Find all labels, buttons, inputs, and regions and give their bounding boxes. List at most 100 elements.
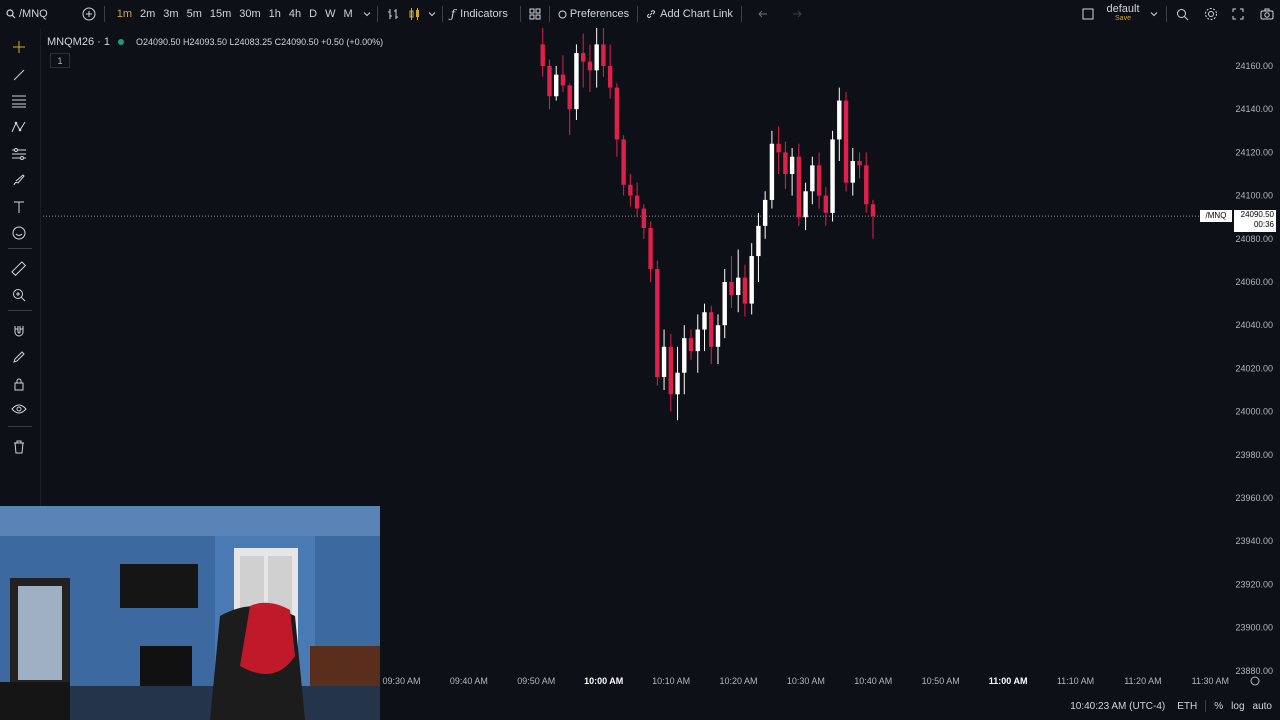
y-axis-tick: 23900.00 (1235, 623, 1273, 633)
interval-W[interactable]: W (321, 8, 339, 20)
pattern-icon (11, 121, 26, 133)
square-icon (1082, 8, 1094, 20)
delete-tool[interactable] (10, 438, 28, 456)
candle-body (655, 269, 660, 378)
candle-body (587, 61, 593, 71)
preferences-label: Preferences (569, 8, 630, 20)
x-axis-tick: 09:30 AM (382, 676, 420, 686)
chevron-down-icon (1150, 12, 1158, 17)
emoji-tool[interactable] (10, 224, 28, 242)
candles-button[interactable] (404, 0, 426, 28)
candle-body (621, 139, 626, 185)
brush-tool[interactable] (10, 171, 28, 189)
layout-name[interactable]: default Save (1106, 4, 1140, 24)
interval-3m[interactable]: 3m (159, 8, 182, 20)
x-axis-tick: 11:30 AM (1192, 676, 1229, 686)
price-tag-price: 24090.50 (1240, 210, 1274, 219)
projection-tool[interactable] (10, 145, 28, 163)
candle-body (688, 338, 694, 352)
divider (519, 6, 521, 22)
candle-body (634, 195, 640, 209)
legend-symbol[interactable]: MNQM26 · 1 (47, 36, 110, 48)
interval-30m[interactable]: 30m (235, 8, 264, 20)
y-axis-tick: 24080.00 (1235, 234, 1273, 244)
chevron-down-icon (428, 12, 436, 17)
y-axis-tick: 24160.00 (1235, 61, 1273, 71)
log-toggle[interactable]: log (1231, 701, 1244, 712)
fx-icon: ƒ (450, 7, 456, 21)
indicators-button[interactable]: ƒ Indicators (447, 0, 512, 28)
chevron-down-icon (363, 12, 371, 17)
interval-5m[interactable]: 5m (183, 8, 206, 20)
candle-body (695, 329, 700, 352)
fullscreen-button[interactable] (1228, 0, 1248, 28)
redo-button[interactable] (786, 0, 806, 28)
y-axis-tick: 23980.00 (1235, 450, 1273, 460)
measure-tool[interactable] (10, 260, 28, 278)
bar-style-button[interactable] (382, 0, 404, 28)
interval-2m[interactable]: 2m (136, 8, 159, 20)
candle-body (675, 372, 680, 395)
compare-button[interactable] (78, 0, 100, 28)
candle-body (614, 87, 620, 140)
candle-body (762, 199, 768, 226)
x-axis-tick: 11:00 AM (989, 676, 1028, 686)
hide-tool[interactable] (10, 400, 28, 418)
add-chart-link-button[interactable]: Add Chart Link (642, 0, 737, 28)
symbol-search[interactable]: /MNQ (0, 0, 52, 28)
settings-button[interactable] (1200, 0, 1222, 28)
symbol-label: /MNQ (19, 8, 48, 20)
candle-body (749, 256, 754, 304)
series-legend: MNQM26 · 1 O24090.50 H24093.50 L24083.25… (47, 36, 383, 48)
undo-button[interactable] (754, 0, 774, 28)
auto-toggle[interactable]: auto (1253, 701, 1272, 712)
link-icon (647, 10, 656, 18)
candle-body (843, 100, 849, 183)
snapshot-button[interactable] (1256, 0, 1278, 28)
zoom-tool[interactable] (10, 286, 28, 304)
pattern-tool[interactable] (10, 118, 28, 136)
crosshair-tool[interactable] (10, 38, 28, 56)
candle-body (742, 277, 748, 304)
interval-15m[interactable]: 15m (206, 8, 235, 20)
candle-body (668, 346, 673, 395)
sliders-icon (12, 148, 26, 160)
quick-search-button[interactable] (1172, 0, 1193, 28)
session-toggle[interactable]: ETH (1177, 701, 1197, 712)
candle-body (864, 165, 869, 205)
candle-body (789, 156, 795, 174)
candle-body (709, 312, 714, 347)
stay-in-draw-tool[interactable] (10, 348, 28, 366)
chart-link-label: Add Chart Link (660, 8, 733, 20)
interval-4h[interactable]: 4h (285, 8, 305, 20)
interval-1m[interactable]: 1m (113, 8, 136, 20)
preferences-button[interactable]: Preferences (554, 0, 633, 28)
undo-icon (758, 10, 767, 18)
magnet-tool[interactable] (10, 322, 28, 340)
fib-tool[interactable] (10, 92, 28, 110)
interval-D[interactable]: D (305, 8, 321, 20)
x-axis-tick: 10:20 AM (719, 676, 757, 686)
percent-toggle[interactable]: % (1214, 701, 1223, 712)
candle-body (830, 139, 835, 213)
layout-checkbox[interactable] (1078, 0, 1098, 28)
y-axis-tick: 24060.00 (1235, 277, 1273, 287)
layout-dropdown[interactable] (1146, 0, 1162, 28)
lock-icon (14, 378, 24, 391)
trend-line-tool[interactable] (10, 66, 28, 84)
legend-collapse-toggle[interactable]: 1 (50, 53, 70, 68)
divider (8, 426, 32, 427)
legend-ohlc: O24090.50 H24093.50 L24083.25 C24090.50 … (135, 37, 384, 47)
candle-body (729, 282, 734, 295)
chart-type-dropdown[interactable] (426, 0, 438, 28)
legend-count: 1 (57, 55, 63, 66)
interval-1h[interactable]: 1h (265, 8, 285, 20)
interval-M[interactable]: M (340, 8, 357, 20)
layouts-button[interactable] (525, 0, 545, 28)
reset-scale-icon[interactable] (1250, 676, 1260, 686)
interval-dropdown[interactable] (361, 0, 373, 28)
text-tool[interactable] (10, 198, 28, 216)
lock-tool[interactable] (10, 375, 28, 393)
x-axis-tick: 10:30 AM (787, 676, 825, 686)
candle-body (540, 44, 545, 66)
